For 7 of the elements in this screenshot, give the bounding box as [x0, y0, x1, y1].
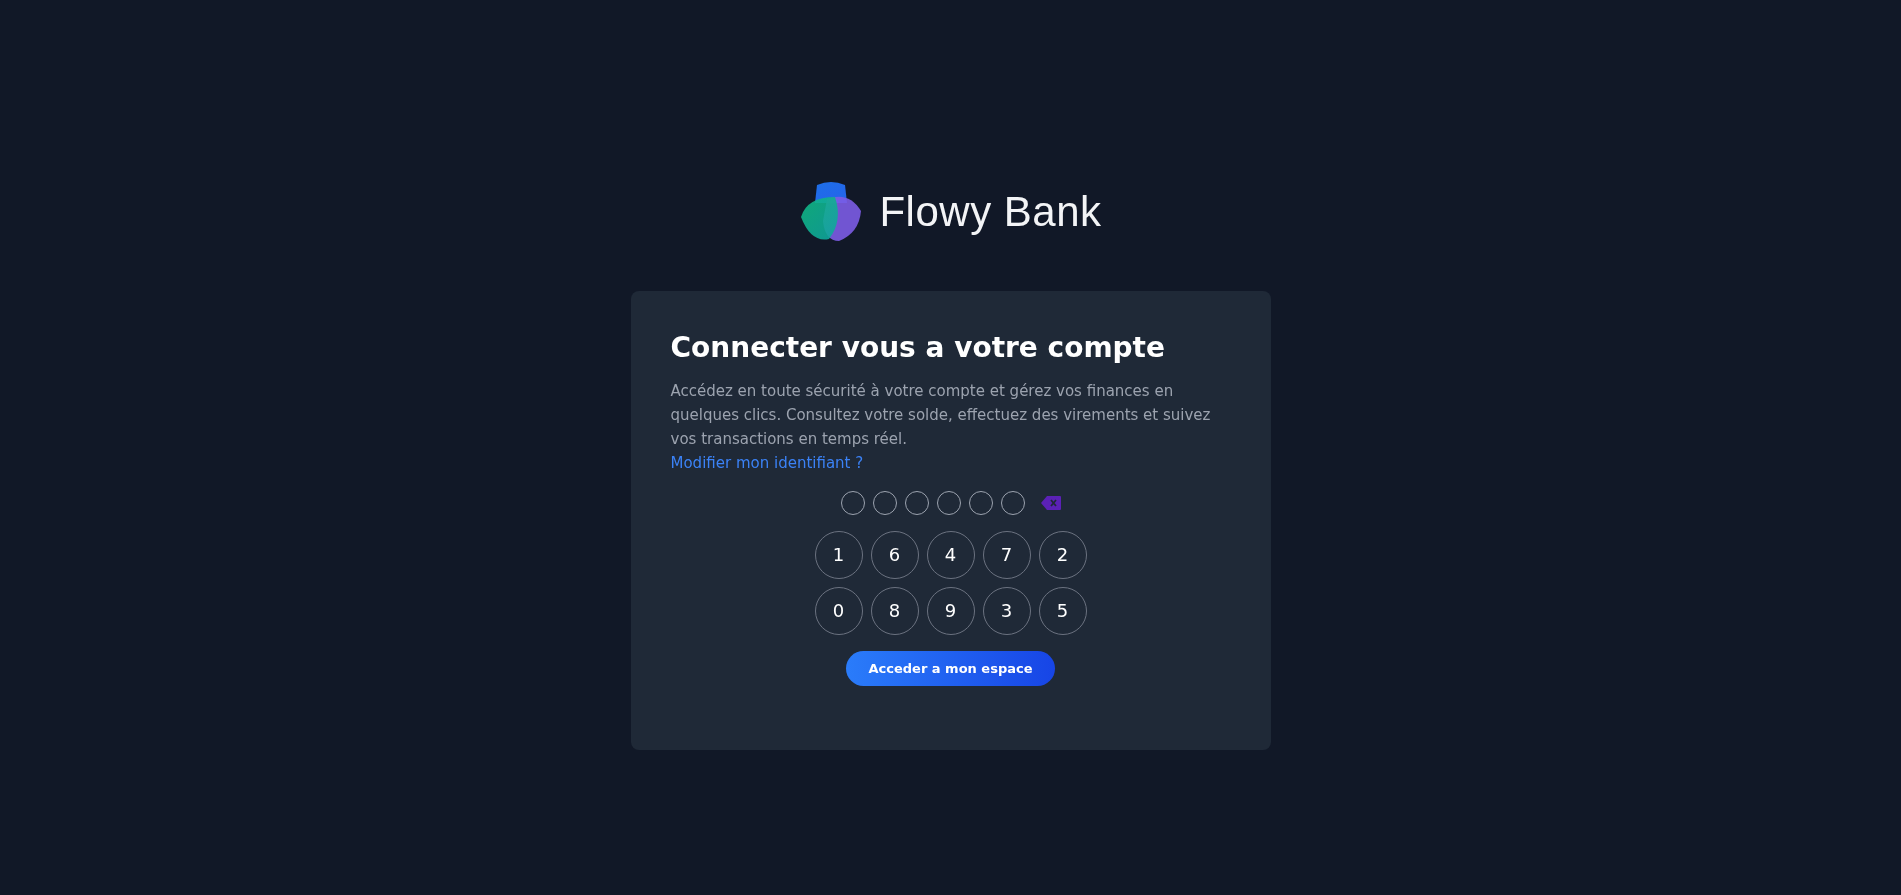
card-title: Connecter vous a votre compte	[670, 331, 1166, 365]
card-description: Accédez en toute sécurité à votre compte et gérez vos finances en quelques clics. Consultez votre solde, effectuez des virements et suivez vos transactions en temps réel.	[670, 380, 1212, 450]
submit-button[interactable]: Acceder a mon espace	[846, 650, 1055, 687]
brand-name: Flowy Bank	[879, 187, 1102, 237]
backspace-icon[interactable]	[1040, 495, 1061, 510]
change-identifier-link[interactable]: Modifier mon identifiant ?	[670, 453, 864, 472]
logo-icon	[799, 180, 864, 243]
